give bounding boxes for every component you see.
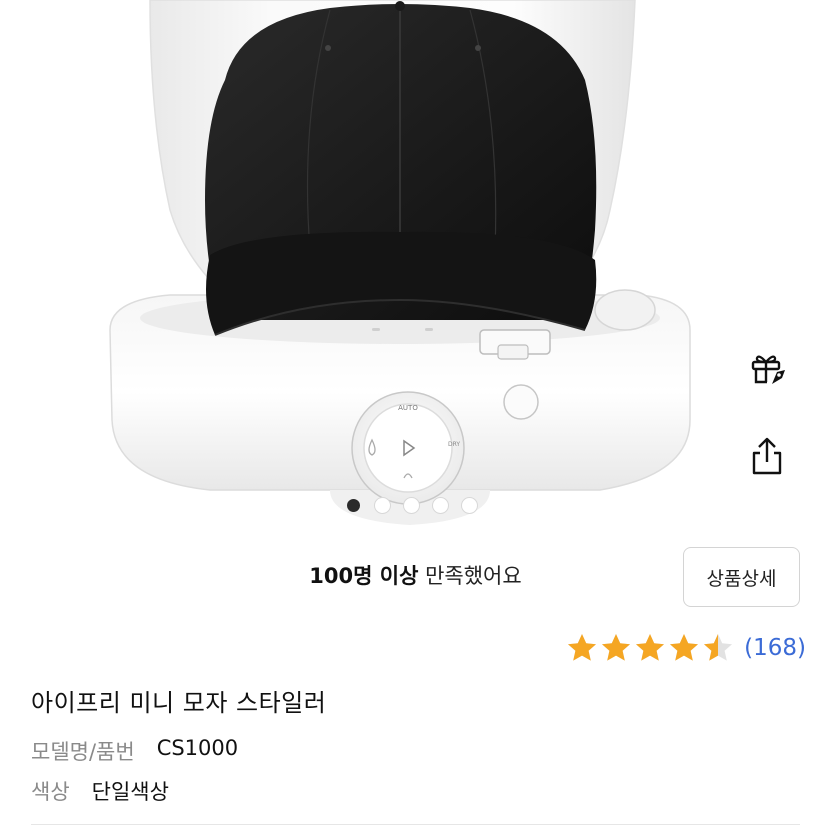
carousel-dot-5[interactable] <box>461 497 478 514</box>
satisfaction-count: 100명 이상 <box>309 564 419 588</box>
dial-dry-label: DRY <box>448 441 460 448</box>
share-button[interactable] <box>744 434 790 480</box>
satisfaction-text: 만족했어요 <box>418 564 522 588</box>
star-icon <box>636 634 665 661</box>
carousel-dot-4[interactable] <box>432 497 449 514</box>
carousel-dot-2[interactable] <box>374 497 391 514</box>
rating[interactable]: (168) <box>566 632 806 664</box>
color-spec: 색상 단일색상 <box>31 776 169 806</box>
star-icon <box>670 634 699 661</box>
star-icon <box>568 634 597 661</box>
review-count[interactable]: (168) <box>744 635 806 661</box>
model-label: 모델명/품번 <box>31 740 135 764</box>
product-title: 아이프리 미니 모자 스타일러 <box>31 689 327 717</box>
rating-stars <box>566 632 734 664</box>
color-label: 색상 <box>31 780 70 804</box>
gift-button[interactable] <box>744 345 790 391</box>
product-detail-button[interactable]: 상품상세 <box>683 547 800 607</box>
model-spec: 모델명/품번 CS1000 <box>31 736 238 766</box>
star-icon <box>704 634 733 661</box>
carousel-dot-1[interactable] <box>347 499 360 512</box>
model-value: CS1000 <box>156 736 239 760</box>
carousel-indicators <box>345 497 478 514</box>
dial-auto-label: AUTO <box>398 404 418 412</box>
share-icon <box>752 437 782 475</box>
carousel-dot-3[interactable] <box>403 497 420 514</box>
star-icon <box>602 634 631 661</box>
gift-icon <box>751 355 785 384</box>
color-value: 단일색상 <box>91 780 169 804</box>
divider <box>31 824 800 825</box>
product-image[interactable]: AUTO DRY <box>0 0 831 530</box>
hat-styler-illustration: AUTO DRY <box>109 0 691 525</box>
